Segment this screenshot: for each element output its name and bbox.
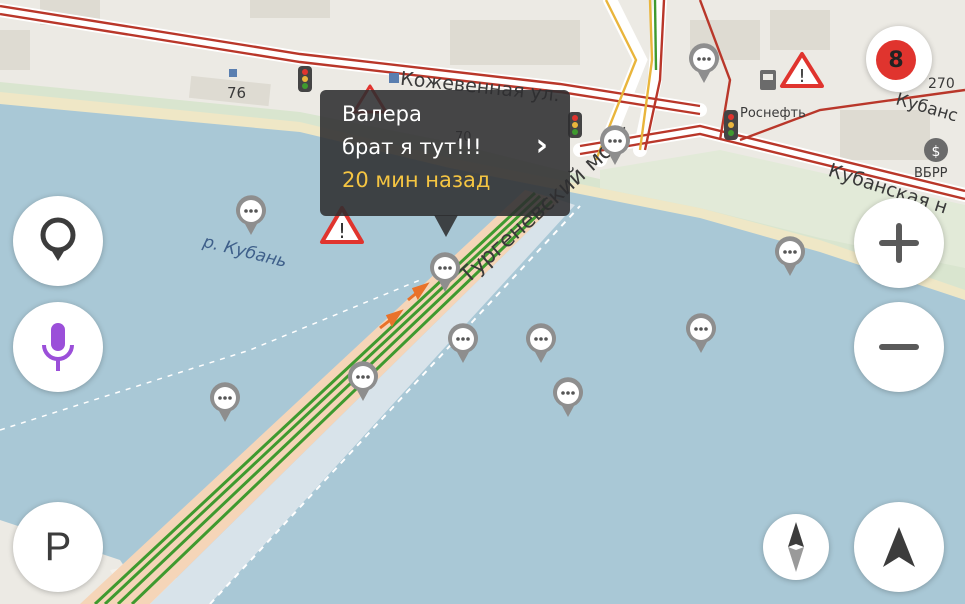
bus-stop-icon	[229, 69, 237, 77]
house-number-76: 76	[227, 84, 247, 102]
chat-bubble-icon[interactable]	[234, 194, 268, 236]
compass-button[interactable]	[763, 514, 829, 580]
chat-bubble-icon[interactable]	[208, 381, 242, 423]
chat-bubble-icon[interactable]	[428, 251, 462, 293]
parking-icon: P	[44, 524, 72, 569]
traffic-light-icon	[568, 112, 582, 138]
zoom-out-button[interactable]	[854, 302, 944, 392]
svg-text:$: $	[932, 144, 941, 160]
minus-icon	[879, 344, 919, 350]
popup-author-name: Валера	[342, 102, 422, 126]
chat-bubble-icon[interactable]	[684, 312, 718, 354]
search-button[interactable]	[13, 196, 103, 286]
svg-text:!: !	[798, 66, 805, 87]
chat-bubble-icon[interactable]	[551, 376, 585, 418]
search-icon	[40, 217, 76, 261]
plus-icon	[879, 223, 919, 263]
navigate-button[interactable]	[854, 502, 944, 592]
traffic-light-icon	[724, 110, 738, 140]
poi-label-vbrr: ВБРР	[914, 166, 948, 181]
parking-button[interactable]: P	[13, 502, 103, 592]
bank-icon: $	[924, 138, 948, 162]
chat-bubble-icon[interactable]	[598, 124, 632, 166]
chat-bubble-icon[interactable]	[773, 235, 807, 277]
traffic-light-icon	[298, 66, 312, 92]
navigation-arrow-icon	[883, 527, 915, 567]
voice-assistant-button[interactable]	[13, 302, 103, 392]
chat-message-popup[interactable]: Валера брат я тут!!! 20 мин назад ›	[320, 90, 570, 216]
poi-label-rosneft: Роснефть	[740, 106, 806, 121]
compass-icon	[788, 522, 804, 572]
popup-timestamp: 20 мин назад	[342, 168, 491, 192]
fuel-station-icon	[760, 70, 776, 90]
chat-bubble-icon[interactable]	[346, 360, 380, 402]
svg-text:!: !	[338, 219, 346, 243]
microphone-icon	[42, 323, 74, 371]
chat-bubble-icon[interactable]	[687, 42, 721, 84]
notification-count-badge: 8	[876, 40, 916, 80]
zoom-in-button[interactable]	[854, 198, 944, 288]
popup-message-text: брат я тут!!!	[342, 135, 482, 159]
chat-bubble-icon[interactable]	[446, 322, 480, 364]
popup-tail	[434, 215, 458, 237]
chat-bubble-icon[interactable]	[524, 322, 558, 364]
house-number-270: 270	[928, 76, 955, 92]
bus-stop-icon	[389, 73, 399, 83]
chevron-right-icon[interactable]: ›	[536, 128, 548, 163]
